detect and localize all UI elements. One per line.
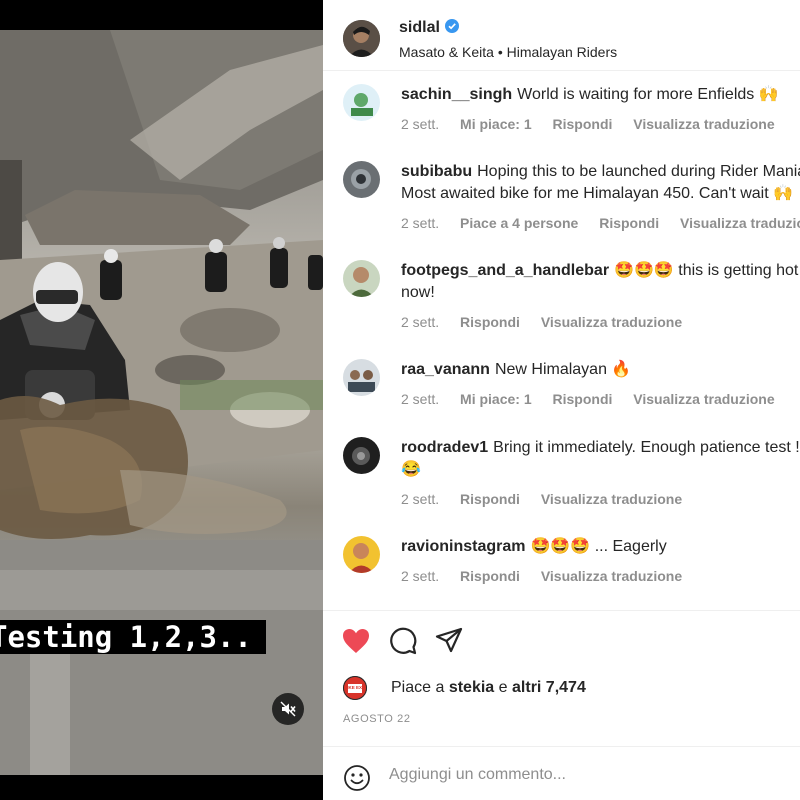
comment-bubble-icon[interactable]	[388, 626, 418, 656]
comment-meta: 2 sett. Piace a 4 persone Rispondi Visua…	[401, 215, 800, 231]
reply-button[interactable]: Rispondi	[599, 215, 659, 231]
emoji-icon[interactable]	[343, 764, 371, 792]
comment-meta: 2 sett. Rispondi Visualizza traduzione	[401, 568, 699, 584]
comment-username[interactable]: footpegs_and_a_handlebar	[401, 262, 609, 279]
post-date[interactable]: AGOSTO 22	[343, 713, 411, 725]
reply-button[interactable]: Rispondi	[460, 568, 520, 584]
commenter-avatar[interactable]	[343, 536, 380, 573]
comment-text-line2: now!	[401, 284, 435, 301]
video-player[interactable]: Testing 1,2,3..	[0, 0, 323, 800]
translate-button[interactable]: Visualizza traduzione	[633, 391, 774, 407]
commenter-avatar[interactable]	[343, 84, 380, 121]
comment-meta: 2 sett. Mi piace: 1 Rispondi Visualizza …	[401, 116, 792, 132]
comment-username[interactable]: sachin__singh	[401, 86, 512, 103]
commenter-avatar[interactable]	[343, 437, 380, 474]
author-username[interactable]: sidlal	[399, 19, 459, 37]
heart-filled-icon[interactable]	[341, 626, 371, 656]
comment-text: footpegs_and_a_handlebar 🤩🤩🤩 this is gett…	[401, 262, 799, 279]
comment-time[interactable]: 2 sett.	[401, 391, 439, 407]
comment-text: subibabu Hoping this to be launched durin…	[401, 163, 800, 180]
comment-likes[interactable]: Piace a 4 persone	[460, 215, 578, 231]
comment-time[interactable]: 2 sett.	[401, 116, 439, 132]
comment-username[interactable]: subibabu	[401, 163, 472, 180]
translate-button[interactable]: Visualizza traduzione	[541, 568, 682, 584]
comment-username[interactable]: roodradev1	[401, 439, 488, 456]
comment-text: sachin__singh World is waiting for more E…	[401, 86, 779, 103]
comment-time[interactable]: 2 sett.	[401, 215, 439, 231]
mute-button[interactable]	[272, 693, 304, 725]
comment-text: raa_vanann New Himalayan 🔥	[401, 361, 632, 378]
comment-meta: 2 sett. Rispondi Visualizza traduzione	[401, 314, 699, 330]
muted-speaker-icon	[280, 701, 296, 717]
commenter-avatar[interactable]	[343, 359, 380, 396]
comments-divider	[323, 610, 800, 611]
comment-likes[interactable]: Mi piace: 1	[460, 391, 532, 407]
liker-username[interactable]: stekia	[449, 679, 494, 696]
comment-time[interactable]: 2 sett.	[401, 491, 439, 507]
post-subtitle[interactable]: Masato & Keita • Himalayan Riders	[399, 44, 617, 60]
verified-badge-icon	[444, 19, 459, 33]
comment-meta: 2 sett. Rispondi Visualizza traduzione	[401, 491, 699, 507]
video-caption: Testing 1,2,3..	[0, 620, 266, 654]
translate-button[interactable]: Visualizza traduzione	[541, 491, 682, 507]
comment-text-line2: Most awaited bike for me Himalayan 450. …	[401, 185, 794, 202]
translate-button[interactable]: Visualizza traduzione	[680, 215, 800, 231]
video-frame	[0, 30, 323, 775]
liker-avatar[interactable]: BIKE EXIF	[343, 676, 367, 700]
translate-button[interactable]: Visualizza traduzione	[633, 116, 774, 132]
comment-text: ravioninstagram 🤩🤩🤩 ... Eagerly	[401, 538, 667, 555]
add-comment-bar	[323, 746, 800, 800]
comment-time[interactable]: 2 sett.	[401, 314, 439, 330]
likes-others-link[interactable]: altri 7,474	[512, 679, 586, 696]
reply-button[interactable]: Rispondi	[460, 314, 520, 330]
commenter-avatar[interactable]	[343, 260, 380, 297]
likes-text: Piace a stekia e altri 7,474	[391, 679, 586, 696]
paper-plane-icon[interactable]	[434, 626, 464, 656]
liker-avatar-text: BIKE EXIF	[344, 685, 366, 690]
comment-username[interactable]: raa_vanann	[401, 361, 490, 378]
add-comment-input[interactable]	[389, 766, 769, 784]
comment-list: sachin__singh World is waiting for more E…	[323, 70, 800, 610]
comment-username[interactable]: ravioninstagram	[401, 538, 525, 555]
translate-button[interactable]: Visualizza traduzione	[541, 314, 682, 330]
author-avatar[interactable]	[343, 20, 380, 57]
reply-button[interactable]: Rispondi	[460, 491, 520, 507]
post-header: sidlal Masato & Keita • Himalayan Riders	[323, 0, 800, 70]
reply-button[interactable]: Rispondi	[553, 391, 613, 407]
comment-text-line2: 😂	[401, 461, 421, 478]
commenter-avatar[interactable]	[343, 161, 380, 198]
post-panel: sidlal Masato & Keita • Himalayan Riders…	[323, 0, 800, 800]
post-actions	[323, 620, 800, 664]
comment-time[interactable]: 2 sett.	[401, 568, 439, 584]
comment-likes[interactable]: Mi piace: 1	[460, 116, 532, 132]
reply-button[interactable]: Rispondi	[553, 116, 613, 132]
comment-text: roodradev1 Bring it immediately. Enough p…	[401, 439, 800, 456]
comment-meta: 2 sett. Mi piace: 1 Rispondi Visualizza …	[401, 391, 792, 407]
